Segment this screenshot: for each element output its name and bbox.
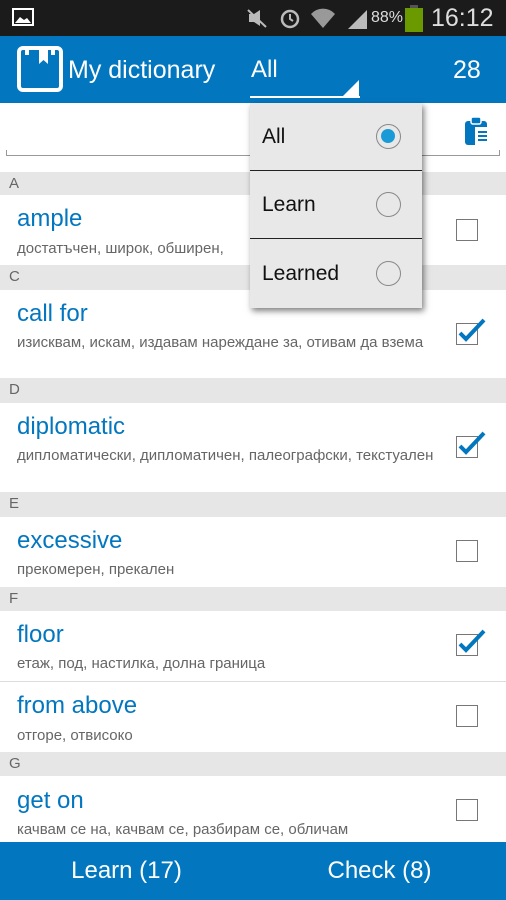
filter-spinner[interactable]: All — [250, 36, 360, 98]
status-bar: 88% 16:12 — [0, 0, 506, 36]
mute-icon — [247, 9, 267, 28]
option-label: Learn — [262, 193, 316, 216]
option-label: Learned — [262, 262, 340, 285]
word: excessive — [17, 527, 123, 554]
signal-icon — [348, 10, 367, 29]
clock: 16:12 — [431, 4, 494, 32]
list-item[interactable]: floor етаж, под, настилка, долна граница — [0, 611, 506, 682]
word: floor — [17, 621, 64, 648]
filter-dropdown: All Learn Learned — [250, 103, 422, 308]
filter-option-learned[interactable]: Learned — [250, 240, 422, 308]
learn-button[interactable]: Learn (17) — [0, 842, 253, 900]
list-item[interactable]: excessive прекомерен, прекален — [0, 517, 506, 587]
bottom-bar: Learn (17) Check (8) — [0, 842, 506, 900]
translation: етаж, под, настилка, долна граница — [17, 655, 266, 672]
filter-option-learn[interactable]: Learn — [250, 171, 422, 239]
translation: отгоре, отвисоко — [17, 727, 133, 744]
learned-checkbox[interactable] — [456, 318, 486, 345]
translation: изисквам, искам, издавам нареждане за, о… — [17, 334, 424, 351]
checkmark-icon — [458, 629, 486, 653]
alarm-icon — [280, 9, 300, 29]
learned-checkbox[interactable] — [456, 219, 478, 241]
wifi-icon — [311, 8, 335, 29]
section-header-e: E — [0, 492, 506, 517]
learned-checkbox[interactable] — [456, 629, 486, 656]
dictionary-book-icon[interactable] — [17, 46, 63, 92]
learned-checkbox[interactable] — [456, 431, 486, 458]
section-header-g: G — [0, 752, 506, 776]
learned-checkbox[interactable] — [456, 540, 478, 562]
list-item[interactable]: from above отгоре, отвисоко — [0, 682, 506, 752]
word: ample — [17, 205, 83, 232]
word-count: 28 — [453, 56, 481, 84]
word: diplomatic — [17, 413, 126, 440]
image-icon — [12, 8, 34, 26]
filter-value: All — [251, 56, 278, 83]
section-header-d: D — [0, 378, 506, 403]
section-header-f: F — [0, 587, 506, 611]
list-item[interactable]: get on качвам се на, качвам се, разбирам… — [0, 776, 506, 842]
translation: прекомерен, прекален — [17, 561, 175, 578]
checkmark-icon — [458, 318, 486, 342]
battery-percent: 88% — [371, 9, 404, 26]
battery-icon — [405, 5, 423, 32]
learned-checkbox[interactable] — [456, 705, 478, 727]
list-item[interactable]: diplomatic дипломатически, дипломатичен,… — [0, 403, 506, 492]
word: from above — [17, 692, 138, 719]
learned-checkbox[interactable] — [456, 799, 478, 821]
app-title: My dictionary — [68, 56, 216, 84]
radio-icon — [376, 192, 401, 217]
filter-option-all[interactable]: All — [250, 103, 422, 171]
spinner-triangle-icon — [343, 80, 359, 96]
radio-icon — [376, 261, 401, 286]
clipboard-icon[interactable] — [464, 116, 492, 146]
radio-selected-icon — [376, 124, 401, 149]
word: get on — [17, 787, 84, 814]
option-label: All — [262, 125, 286, 148]
translation: дипломатически, дипломатичен, палеографс… — [17, 447, 434, 464]
word: call for — [17, 300, 88, 327]
checkmark-icon — [458, 431, 486, 455]
check-button[interactable]: Check (8) — [253, 842, 506, 900]
translation: качвам се на, качвам се, разбирам се, об… — [17, 821, 349, 838]
action-bar: My dictionary All 28 — [0, 36, 506, 103]
